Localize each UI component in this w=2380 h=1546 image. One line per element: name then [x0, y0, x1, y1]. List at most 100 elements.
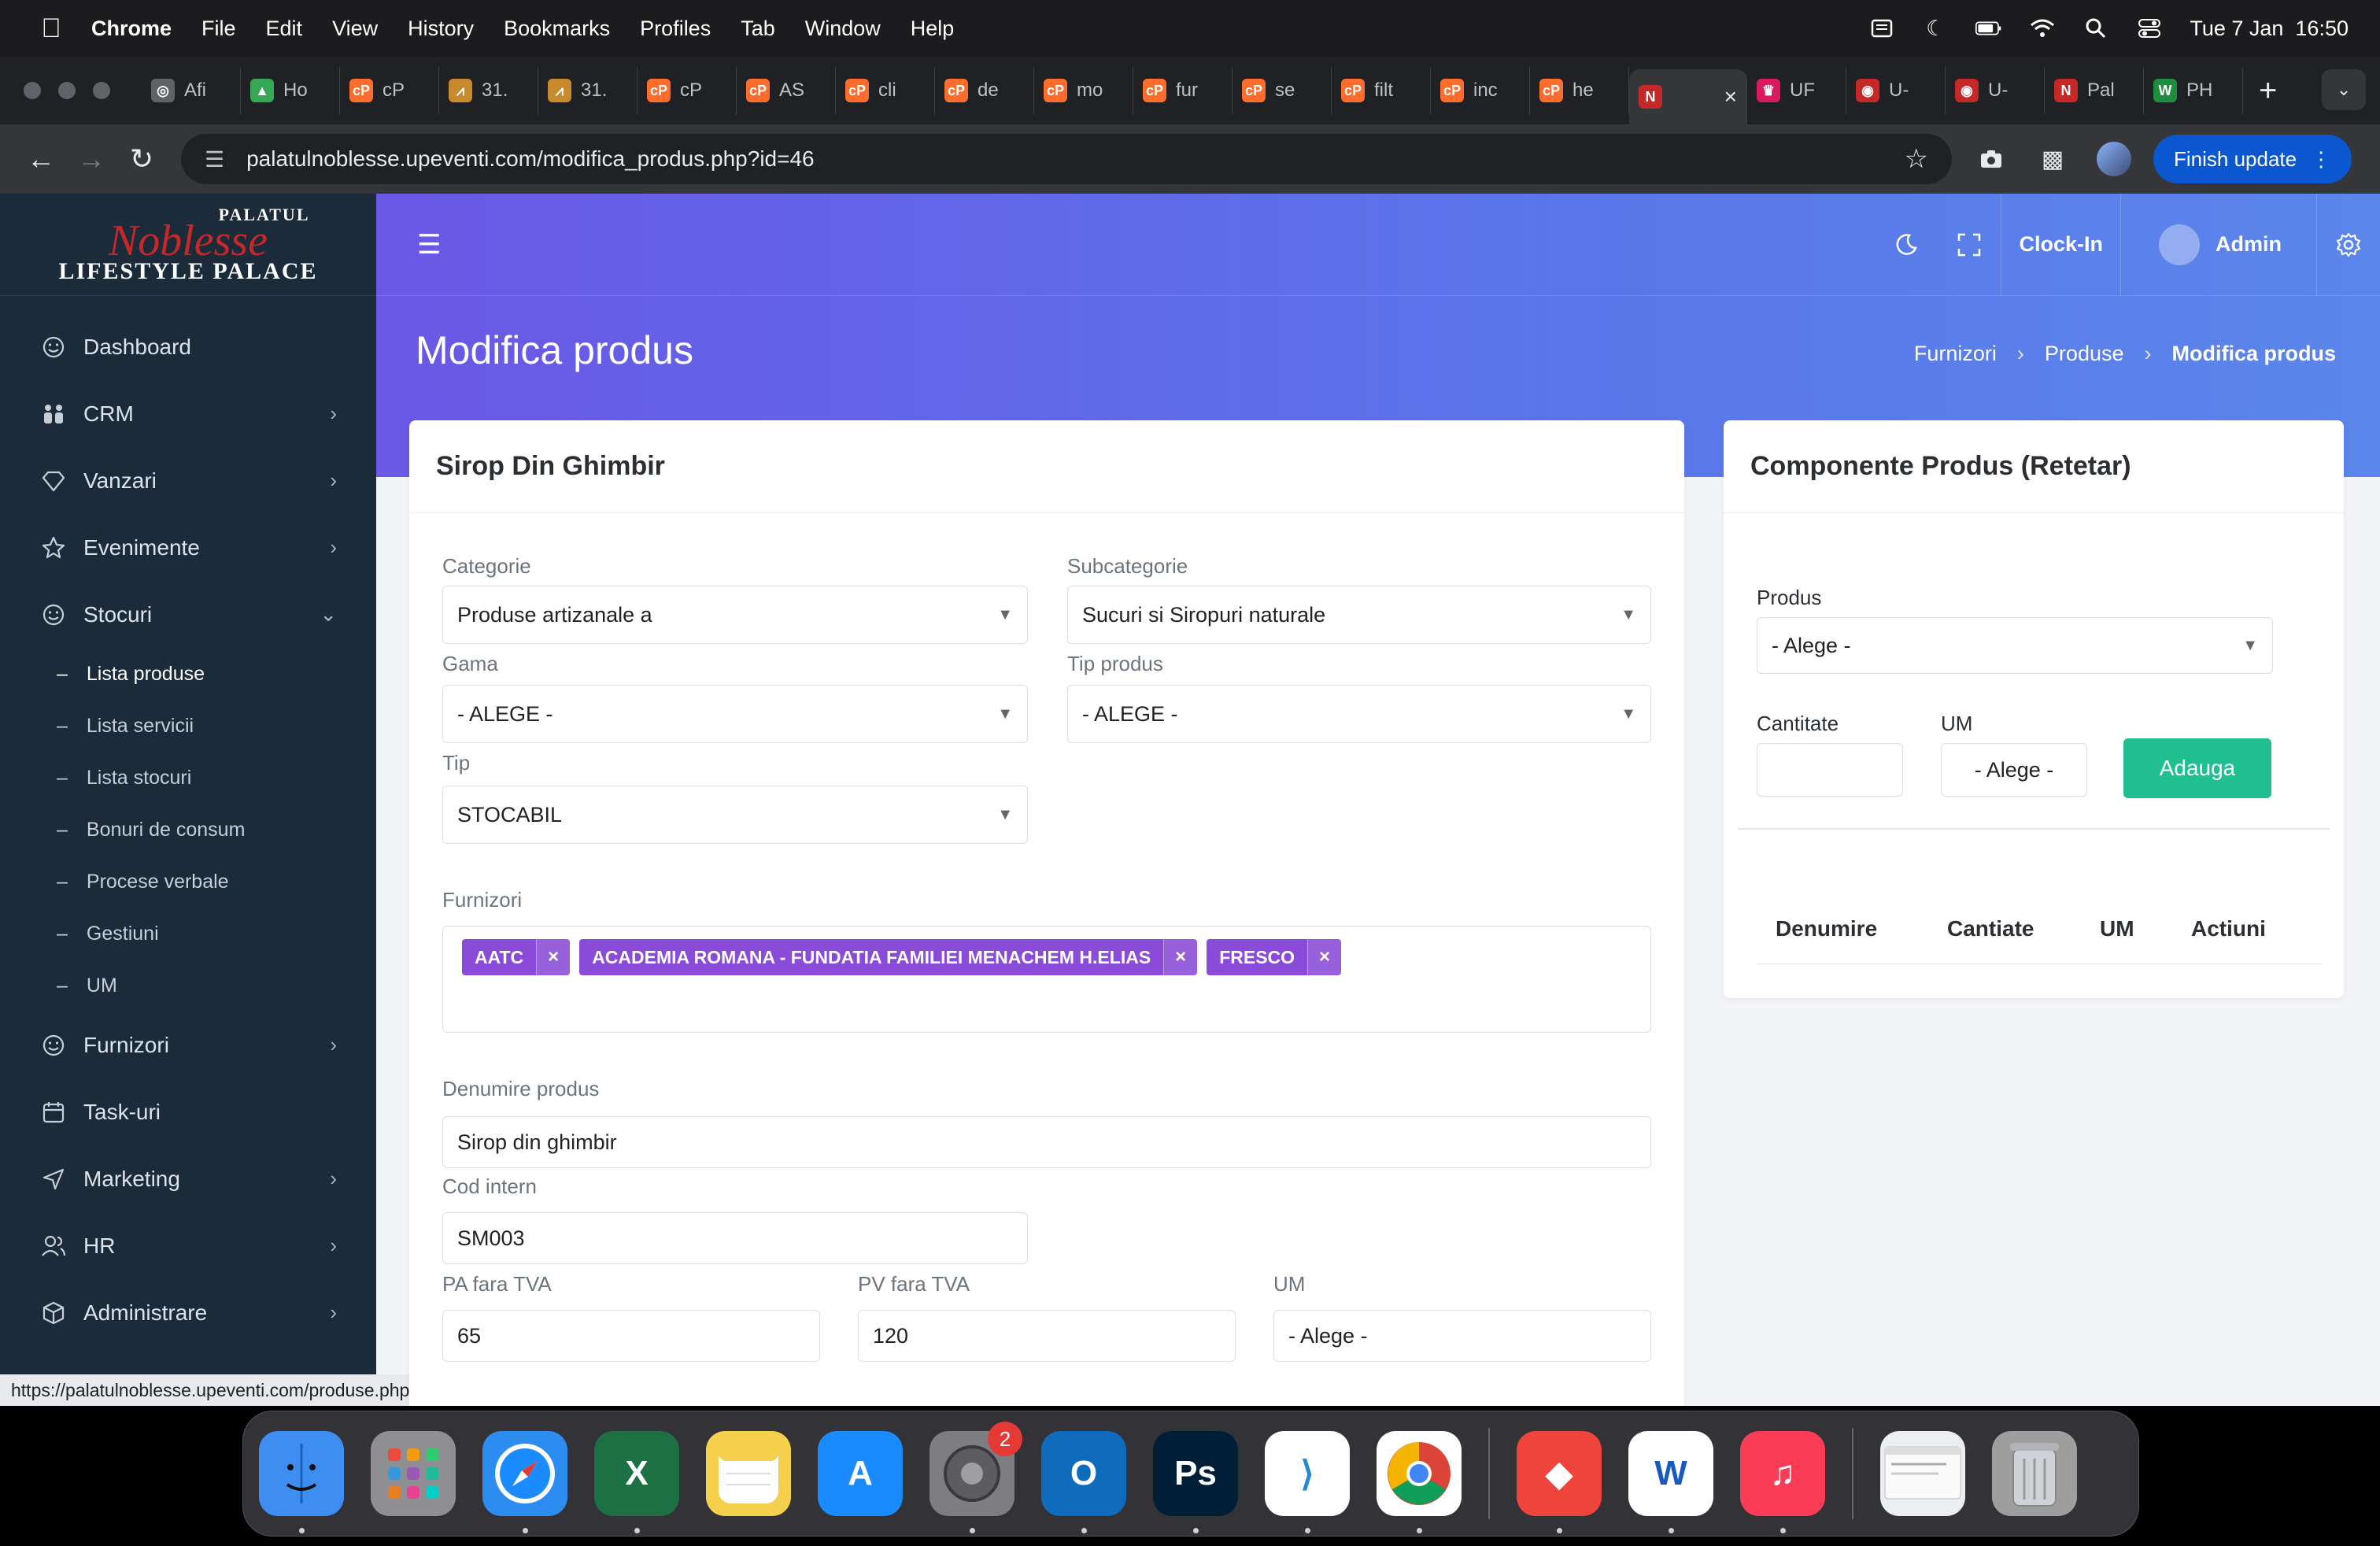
sidebar-item-stocuri[interactable]: Stocuri ⌄ — [0, 581, 376, 648]
browser-tab[interactable]: cP AS — [737, 67, 836, 114]
extensions-icon[interactable]: ▩ — [2031, 137, 2075, 181]
minimize-window-button[interactable] — [58, 82, 76, 99]
zoom-window-button[interactable] — [93, 82, 110, 99]
browser-tab[interactable]: W PH — [2144, 67, 2243, 114]
menu-edit[interactable]: Edit — [266, 17, 303, 41]
dock-excel-icon[interactable]: X — [594, 1431, 679, 1533]
remove-tag-icon[interactable]: × — [536, 939, 571, 975]
clock-in-button[interactable]: Clock-In — [2001, 194, 2120, 296]
dock-safari-icon[interactable] — [482, 1431, 567, 1533]
tip-produs-select[interactable]: - ALEGE - ▼ — [1067, 685, 1651, 743]
back-button[interactable]: ← — [19, 137, 63, 181]
dock-launchpad-icon[interactable] — [371, 1431, 456, 1516]
bookmark-star-icon[interactable]: ☆ — [1905, 143, 1928, 175]
browser-tab[interactable]: cP mo — [1034, 67, 1133, 114]
dock-vscode-icon[interactable]: ⟩ — [1265, 1431, 1350, 1533]
browser-tab[interactable]: cP fur — [1133, 67, 1232, 114]
browser-tab[interactable]: ▲ Ho — [241, 67, 340, 114]
browser-tab[interactable]: cP filt — [1332, 67, 1431, 114]
user-menu[interactable]: Admin — [2121, 194, 2316, 296]
dock-chrome-icon[interactable] — [1377, 1431, 1462, 1533]
furnizori-multiselect[interactable]: AATC × ACADEMIA ROMANA - FUNDATIA FAMILIEI… — [442, 926, 1651, 1033]
site-info-icon[interactable]: ☰ — [205, 146, 224, 172]
dock-trash-icon[interactable] — [1992, 1431, 2077, 1516]
moon-icon[interactable]: ☾ — [1922, 15, 1949, 42]
menu-window[interactable]: Window — [805, 17, 881, 41]
dock-outlook-icon[interactable]: O — [1041, 1431, 1126, 1533]
sidebar-item-task-uri[interactable]: Task-uri — [0, 1078, 376, 1145]
menu-app-name[interactable]: Chrome — [91, 17, 172, 41]
sidebar-item-hr[interactable]: HR › — [0, 1212, 376, 1279]
reload-button[interactable]: ↻ — [120, 137, 164, 181]
tab-active[interactable]: N × — [1629, 69, 1747, 124]
breadcrumb-furnizori[interactable]: Furnizori — [1914, 342, 1997, 366]
gama-select[interactable]: - ALEGE - ▼ — [442, 685, 1028, 743]
menu-tab[interactable]: Tab — [741, 17, 775, 41]
tab-search-button[interactable]: ⌄ — [2322, 69, 2366, 110]
dock-photoshop-icon[interactable]: Ps — [1153, 1431, 1238, 1533]
new-tab-button[interactable]: + — [2259, 73, 2277, 109]
um-select[interactable]: - Alege - — [1273, 1310, 1651, 1362]
categorie-select[interactable]: Produse artizanale a ▼ — [442, 586, 1028, 644]
sidebar-item-evenimente[interactable]: Evenimente › — [0, 514, 376, 581]
address-bar[interactable]: ☰ palatulnoblesse.upeventi.com/modifica_… — [181, 134, 1952, 184]
sidebar-subitem-lista-stocuri[interactable]: – Lista stocuri — [0, 752, 376, 804]
sidebar-subitem-procese-verbale[interactable]: – Procese verbale — [0, 856, 376, 908]
sidebar-item-crm[interactable]: CRM › — [0, 380, 376, 447]
dock-music-icon[interactable]: ♫ — [1740, 1431, 1825, 1533]
control-center-icon[interactable] — [2136, 15, 2163, 42]
dock-word-icon[interactable]: W — [1628, 1431, 1713, 1533]
gear-icon[interactable] — [2317, 194, 2380, 296]
camera-icon[interactable] — [1969, 137, 2013, 181]
dark-mode-icon[interactable] — [1875, 194, 1938, 296]
browser-tab[interactable]: ⩘ 31. — [538, 67, 638, 114]
browser-tab[interactable]: ⩘ 31. — [439, 67, 538, 114]
cod-intern-input[interactable]: SM003 — [442, 1212, 1028, 1264]
menu-bookmarks[interactable]: Bookmarks — [504, 17, 610, 41]
browser-tab[interactable]: cP se — [1232, 67, 1332, 114]
sidebar-item-vanzari[interactable]: Vanzari › — [0, 447, 376, 514]
sidebar-subitem-lista-produse[interactable]: – Lista produse — [0, 648, 376, 700]
tip-select[interactable]: STOCABIL ▼ — [442, 786, 1028, 844]
sidebar-item-marketing[interactable]: Marketing › — [0, 1145, 376, 1212]
sidebar-subitem-bonuri-de-consum[interactable]: – Bonuri de consum — [0, 804, 376, 856]
search-icon[interactable] — [2082, 15, 2109, 42]
sidebar-item-administrare[interactable]: Administrare › — [0, 1279, 376, 1346]
breadcrumb-produse[interactable]: Produse — [2045, 342, 2124, 366]
dock-notes-icon[interactable] — [706, 1431, 791, 1516]
menu-help[interactable]: Help — [911, 17, 955, 41]
sidebar-item-furnizori[interactable]: Furnizori › — [0, 1012, 376, 1078]
browser-tab[interactable]: cP cP — [638, 67, 737, 114]
fullscreen-icon[interactable] — [1938, 194, 2001, 296]
sidebar-subitem-lista-servicii[interactable]: – Lista servicii — [0, 700, 376, 752]
recipe-um-select[interactable]: - Alege - — [1941, 743, 2087, 797]
menu-file[interactable]: File — [201, 17, 236, 41]
denumire-input[interactable]: Sirop din ghimbir — [442, 1116, 1651, 1168]
subcategorie-select[interactable]: Sucuri si Siropuri naturale ▼ — [1067, 586, 1651, 644]
sidebar-item-dashboard[interactable]: Dashboard — [0, 313, 376, 380]
pv-input[interactable]: 120 — [858, 1310, 1236, 1362]
pa-input[interactable]: 65 — [442, 1310, 820, 1362]
menu-toggle-icon[interactable]: ☰ — [417, 229, 441, 261]
menu-datetime[interactable]: Tue 7 Jan 16:50 — [2190, 17, 2349, 41]
dock-app-store-icon[interactable]: A — [818, 1431, 903, 1516]
browser-tab[interactable]: cP de — [935, 67, 1034, 114]
browser-tab[interactable]: ♛ UF — [1747, 67, 1846, 114]
browser-tab[interactable]: cP he — [1530, 67, 1629, 114]
brand-logo[interactable]: PALATUL Noblesse LIFESTYLE PALACE — [0, 194, 376, 296]
profile-avatar[interactable] — [2097, 142, 2131, 176]
close-window-button[interactable] — [24, 82, 41, 99]
browser-tab[interactable]: cP cP — [340, 67, 439, 114]
dock-finder-icon[interactable] — [259, 1431, 344, 1533]
add-component-button[interactable]: Adauga — [2123, 738, 2271, 798]
menu-profiles[interactable]: Profiles — [640, 17, 711, 41]
wifi-icon[interactable] — [2029, 15, 2056, 42]
dock-preview-window-icon[interactable] — [1880, 1431, 1965, 1516]
menu-history[interactable]: History — [408, 17, 474, 41]
close-tab-icon[interactable]: × — [1724, 84, 1737, 109]
sidebar-subitem-um[interactable]: – UM — [0, 960, 376, 1012]
forward-button[interactable]: → — [69, 137, 113, 181]
battery-icon[interactable] — [1975, 15, 2002, 42]
dock-anydesk-icon[interactable]: ◆ — [1517, 1431, 1602, 1533]
browser-tab[interactable]: ◎ Afi — [142, 67, 241, 114]
